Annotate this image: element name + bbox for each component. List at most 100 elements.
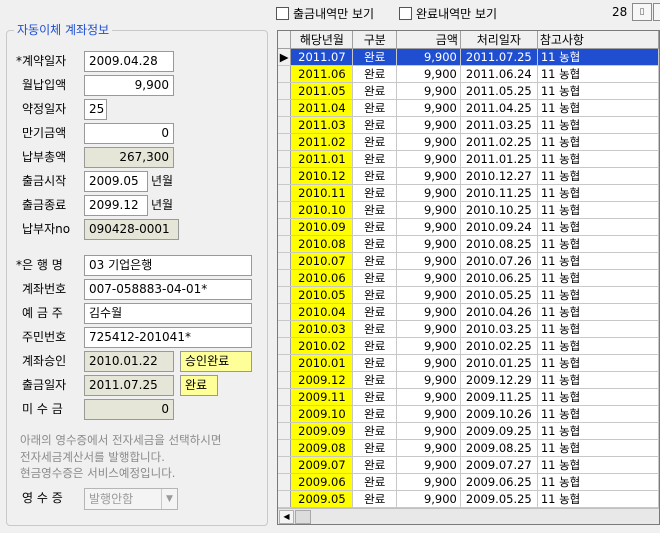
withdraw-date-label: 출금일자 xyxy=(22,378,67,392)
cell-process-date: 2011.03.25 xyxy=(460,116,538,134)
cell-note: 11 농협 xyxy=(537,150,659,168)
filter-complete-only[interactable]: 완료내역만 보기 xyxy=(399,5,497,22)
cell-type: 완료 xyxy=(352,65,398,83)
cell-amount: 9,900 xyxy=(396,405,461,423)
table-row[interactable]: ▶ 2011.07 완료 9,900 2011.07.25 11 농협 xyxy=(278,48,659,66)
cell-type: 완료 xyxy=(352,269,398,287)
table-row[interactable]: 2010.04 완료 9,900 2010.04.26 11 농협 xyxy=(278,303,659,321)
table-row[interactable]: 2010.02 완료 9,900 2010.02.25 11 농협 xyxy=(278,337,659,355)
table-row[interactable]: 2010.07 완료 9,900 2010.07.26 11 농협 xyxy=(278,252,659,270)
table-row[interactable]: 2010.10 완료 9,900 2010.10.25 11 농협 xyxy=(278,201,659,219)
cell-amount: 9,900 xyxy=(396,269,461,287)
cell-amount: 9,900 xyxy=(396,82,461,100)
row-indicator xyxy=(278,133,292,151)
filter-withdraw-checkbox[interactable] xyxy=(276,7,289,20)
cell-process-date: 2010.05.25 xyxy=(460,286,538,304)
table-row[interactable]: 2009.11 완료 9,900 2009.11.25 11 농협 xyxy=(278,388,659,406)
withdraw-start-unit: 년월 xyxy=(151,174,174,188)
cell-process-date: 2010.11.25 xyxy=(460,184,538,202)
contract-date-field[interactable]: 2009.04.28 xyxy=(84,51,174,72)
table-row[interactable]: 2011.05 완료 9,900 2011.05.25 11 농협 xyxy=(278,82,659,100)
row-indicator xyxy=(278,269,292,287)
promise-day-field[interactable]: 25 xyxy=(84,99,107,120)
cell-process-date: 2011.05.25 xyxy=(460,82,538,100)
maturity-amount-field[interactable]: 0 xyxy=(84,123,174,144)
table-row[interactable]: 2009.06 완료 9,900 2009.06.25 11 농협 xyxy=(278,473,659,491)
table-row[interactable]: 2009.09 완료 9,900 2009.09.25 11 농협 xyxy=(278,422,659,440)
table-row[interactable]: 2011.06 완료 9,900 2011.06.24 11 농협 xyxy=(278,65,659,83)
cell-month: 2009.11 xyxy=(290,388,354,406)
filter-withdraw-only[interactable]: 출금내역만 보기 xyxy=(276,5,374,22)
table-row[interactable]: 2011.01 완료 9,900 2011.01.25 11 농협 xyxy=(278,150,659,168)
chevron-down-icon: ▼ xyxy=(161,489,177,509)
table-row[interactable]: 2009.10 완료 9,900 2009.10.26 11 농협 xyxy=(278,405,659,423)
scroll-thumb[interactable] xyxy=(295,510,311,524)
cell-amount: 9,900 xyxy=(396,388,461,406)
row-indicator xyxy=(278,405,292,423)
withdraw-end-field[interactable]: 2099.12 xyxy=(84,195,148,216)
cell-process-date: 2010.06.25 xyxy=(460,269,538,287)
scroll-left-icon[interactable]: ◀ xyxy=(279,510,294,524)
cell-month: 2009.09 xyxy=(290,422,354,440)
depositor-label: 예 금 주 xyxy=(22,306,63,320)
resident-no-field[interactable]: 725412-201041* xyxy=(84,327,252,348)
table-row[interactable]: 2009.07 완료 9,900 2009.07.27 11 농협 xyxy=(278,456,659,474)
col-header-month[interactable]: 해당년월 xyxy=(290,31,354,49)
filter-withdraw-label: 출금내역만 보기 xyxy=(293,7,375,21)
cell-process-date: 2009.06.25 xyxy=(460,473,538,491)
table-row[interactable]: 2009.08 완료 9,900 2009.08.25 11 농협 xyxy=(278,439,659,457)
cell-process-date: 2010.08.25 xyxy=(460,235,538,253)
cell-process-date: 2010.09.24 xyxy=(460,218,538,236)
filter-complete-checkbox[interactable] xyxy=(399,7,412,20)
col-header-amount[interactable]: 금액 xyxy=(396,31,461,49)
row-indicator xyxy=(278,354,292,372)
table-row[interactable]: 2010.11 완료 9,900 2010.11.25 11 농협 xyxy=(278,184,659,202)
col-header-process-date[interactable]: 처리일자 xyxy=(460,31,538,49)
table-row[interactable]: 2010.03 완료 9,900 2010.03.25 11 농협 xyxy=(278,320,659,338)
col-header-note[interactable]: 참고사항 xyxy=(537,31,659,49)
toolbar-button-2[interactable]: ▯ xyxy=(653,3,660,21)
table-row[interactable]: 2011.03 완료 9,900 2011.03.25 11 농협 xyxy=(278,116,659,134)
table-row[interactable]: 2010.06 완료 9,900 2010.06.25 11 농협 xyxy=(278,269,659,287)
row-indicator xyxy=(278,252,292,270)
withdraw-start-field[interactable]: 2009.05 xyxy=(84,171,148,192)
account-approval-label: 계좌승인 xyxy=(22,354,67,368)
depositor-field[interactable]: 김수월 xyxy=(84,303,252,324)
cell-note: 11 농협 xyxy=(537,286,659,304)
cell-month: 2009.07 xyxy=(290,456,354,474)
table-row[interactable]: 2010.12 완료 9,900 2010.12.27 11 농협 xyxy=(278,167,659,185)
account-no-field[interactable]: 007-058883-04-01* xyxy=(84,279,252,300)
horizontal-scrollbar[interactable]: ◀ xyxy=(278,508,659,524)
table-row[interactable]: 2010.01 완료 9,900 2010.01.25 11 농협 xyxy=(278,354,659,372)
row-indicator xyxy=(278,422,292,440)
payment-history-grid[interactable]: 해당년월 구분 금액 처리일자 참고사항 ▶ 2011.07 완료 9,900 2011… xyxy=(277,30,660,525)
cell-note: 11 농협 xyxy=(537,388,659,406)
toolbar-button-1[interactable]: ▯ xyxy=(632,3,652,21)
cell-month: 2009.10 xyxy=(290,405,354,423)
table-row[interactable]: 2011.04 완료 9,900 2011.04.25 11 농협 xyxy=(278,99,659,117)
receipt-select[interactable]: 발행안함 ▼ xyxy=(84,488,178,510)
table-row[interactable]: 2011.02 완료 9,900 2011.02.25 11 농협 xyxy=(278,133,659,151)
row-pointer-icon: ▶ xyxy=(278,48,292,66)
table-row[interactable]: 2009.12 완료 9,900 2009.12.29 11 농협 xyxy=(278,371,659,389)
total-paid-label: 납부총액 xyxy=(22,150,67,164)
cell-type: 완료 xyxy=(352,218,398,236)
table-row[interactable]: 2010.05 완료 9,900 2010.05.25 11 농협 xyxy=(278,286,659,304)
cell-amount: 9,900 xyxy=(396,65,461,83)
cell-month: 2009.06 xyxy=(290,473,354,491)
grid-header: 해당년월 구분 금액 처리일자 참고사항 xyxy=(278,31,659,49)
cell-process-date: 2009.10.26 xyxy=(460,405,538,423)
table-row[interactable]: 2009.05 완료 9,900 2009.05.25 11 농협 xyxy=(278,490,659,508)
cell-type: 완료 xyxy=(352,473,398,491)
cell-process-date: 2009.05.25 xyxy=(460,490,538,508)
bank-field[interactable]: 03 기업은행 xyxy=(84,255,252,276)
col-header-type[interactable]: 구분 xyxy=(352,31,398,49)
table-row[interactable]: 2010.08 완료 9,900 2010.08.25 11 농협 xyxy=(278,235,659,253)
payer-no-label: 납부자no xyxy=(22,222,71,236)
table-row[interactable]: 2010.09 완료 9,900 2010.09.24 11 농협 xyxy=(278,218,659,236)
cell-month: 2011.05 xyxy=(290,82,354,100)
cell-month: 2010.08 xyxy=(290,235,354,253)
grid-body: ▶ 2011.07 완료 9,900 2011.07.25 11 농협 2011.06 완료 9… xyxy=(278,48,659,508)
cell-month: 2010.06 xyxy=(290,269,354,287)
monthly-amount-field[interactable]: 9,900 xyxy=(84,75,174,96)
